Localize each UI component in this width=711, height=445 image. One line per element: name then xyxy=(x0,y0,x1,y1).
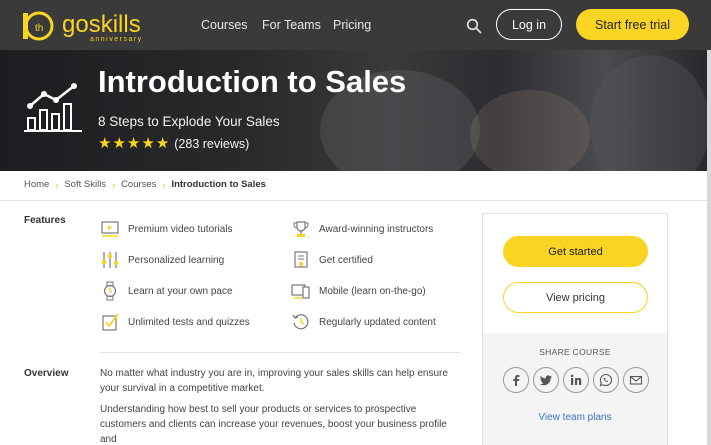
logo-badge-text: th xyxy=(35,23,43,34)
breadcrumb-soft-skills[interactable]: Soft Skills xyxy=(64,179,106,190)
feature-label: Personalized learning xyxy=(128,254,225,266)
watch-icon xyxy=(103,281,117,301)
divider xyxy=(100,352,461,353)
email-icon[interactable] xyxy=(623,367,649,393)
logo-wordmark: goskills xyxy=(62,11,141,38)
breadcrumb: Home › Soft Skills › Courses › Introduct… xyxy=(24,179,266,190)
feature-item: Learn at your own pace xyxy=(100,281,233,301)
twitter-icon[interactable] xyxy=(533,367,559,393)
certificate-icon xyxy=(294,251,308,268)
scrollbar[interactable] xyxy=(707,50,711,445)
feature-item: Get certified xyxy=(291,250,373,270)
feature-item: Regularly updated content xyxy=(291,312,436,332)
overview-heading: Overview xyxy=(24,368,69,379)
trophy-icon xyxy=(293,221,309,237)
mobile-icon xyxy=(291,284,310,299)
sales-chart-icon xyxy=(24,83,82,132)
divider xyxy=(0,200,711,201)
hero-banner: Introduction to Sales 8 Steps to Explode… xyxy=(0,50,711,171)
feature-label: Learn at your own pace xyxy=(128,285,233,297)
video-icon xyxy=(101,221,119,237)
logo-subtitle: anniversary xyxy=(90,36,143,43)
nav-link-for-teams[interactable]: For Teams xyxy=(262,18,321,32)
feature-label: Mobile (learn on-the-go) xyxy=(319,285,426,297)
feature-label: Unlimited tests and quizzes xyxy=(128,316,250,328)
nav-link-pricing[interactable]: Pricing xyxy=(333,18,371,32)
star-icon: ★ xyxy=(98,135,112,152)
feature-item: Personalized learning xyxy=(100,250,224,270)
page-title: Introduction to Sales xyxy=(98,64,407,99)
features-heading: Features xyxy=(24,215,66,226)
chevron-right-icon: › xyxy=(112,179,116,190)
reviews-count[interactable]: (283 reviews) xyxy=(174,137,249,151)
login-button[interactable]: Log in xyxy=(496,9,562,40)
breadcrumb-current: Introduction to Sales xyxy=(171,179,266,190)
top-nav: th goskills anniversary Courses For Team… xyxy=(0,0,711,50)
feature-item: Premium video tutorials xyxy=(100,219,232,239)
feature-label: Regularly updated content xyxy=(319,316,436,328)
rating-stars: ★ ★ ★ ★ ★ (283 reviews) xyxy=(98,136,249,152)
get-started-button[interactable]: Get started xyxy=(503,236,648,267)
chevron-right-icon: › xyxy=(55,179,59,190)
star-icon: ★ xyxy=(126,135,141,152)
overview-paragraph: Understanding how best to sell your prod… xyxy=(100,404,447,445)
page-subtitle: 8 Steps to Explode Your Sales xyxy=(98,114,280,129)
star-icon: ★ xyxy=(112,135,126,152)
search-icon[interactable] xyxy=(466,18,482,34)
whatsapp-icon[interactable] xyxy=(593,367,619,393)
view-pricing-button[interactable]: View pricing xyxy=(503,282,648,313)
quiz-icon xyxy=(102,313,119,331)
facebook-icon[interactable] xyxy=(503,367,529,393)
clock-icon xyxy=(292,314,309,330)
feature-item: Mobile (learn on-the-go) xyxy=(291,281,426,301)
feature-item: Unlimited tests and quizzes xyxy=(100,312,250,332)
feature-label: Get certified xyxy=(319,254,373,266)
hero-background-shape xyxy=(470,90,590,171)
sliders-icon xyxy=(101,252,119,268)
anniversary-badge-icon: th goskills anniversary xyxy=(23,11,143,43)
enroll-card: Get started View pricing SHARE COURSE Vi… xyxy=(482,213,668,445)
linkedin-icon[interactable] xyxy=(563,367,589,393)
feature-label: Award-winning instructors xyxy=(319,223,434,235)
star-icon: ★ xyxy=(155,135,170,152)
hero-background-shape xyxy=(590,55,710,171)
nav-link-courses[interactable]: Courses xyxy=(201,18,248,32)
view-team-plans-link[interactable]: View team plans xyxy=(483,412,667,423)
overview-paragraph: No matter what industry you are in, impr… xyxy=(100,368,448,394)
share-course-label: SHARE COURSE xyxy=(539,347,611,357)
goskills-logo[interactable]: th goskills anniversary xyxy=(22,10,162,44)
share-buttons xyxy=(503,367,649,393)
chevron-right-icon: › xyxy=(162,179,166,190)
feature-item: Award-winning instructors xyxy=(291,219,433,239)
feature-label: Premium video tutorials xyxy=(128,223,233,235)
star-icon: ★ xyxy=(141,135,155,152)
breadcrumb-home[interactable]: Home xyxy=(24,179,49,190)
breadcrumb-courses[interactable]: Courses xyxy=(121,179,156,190)
start-free-trial-button[interactable]: Start free trial xyxy=(576,9,689,40)
